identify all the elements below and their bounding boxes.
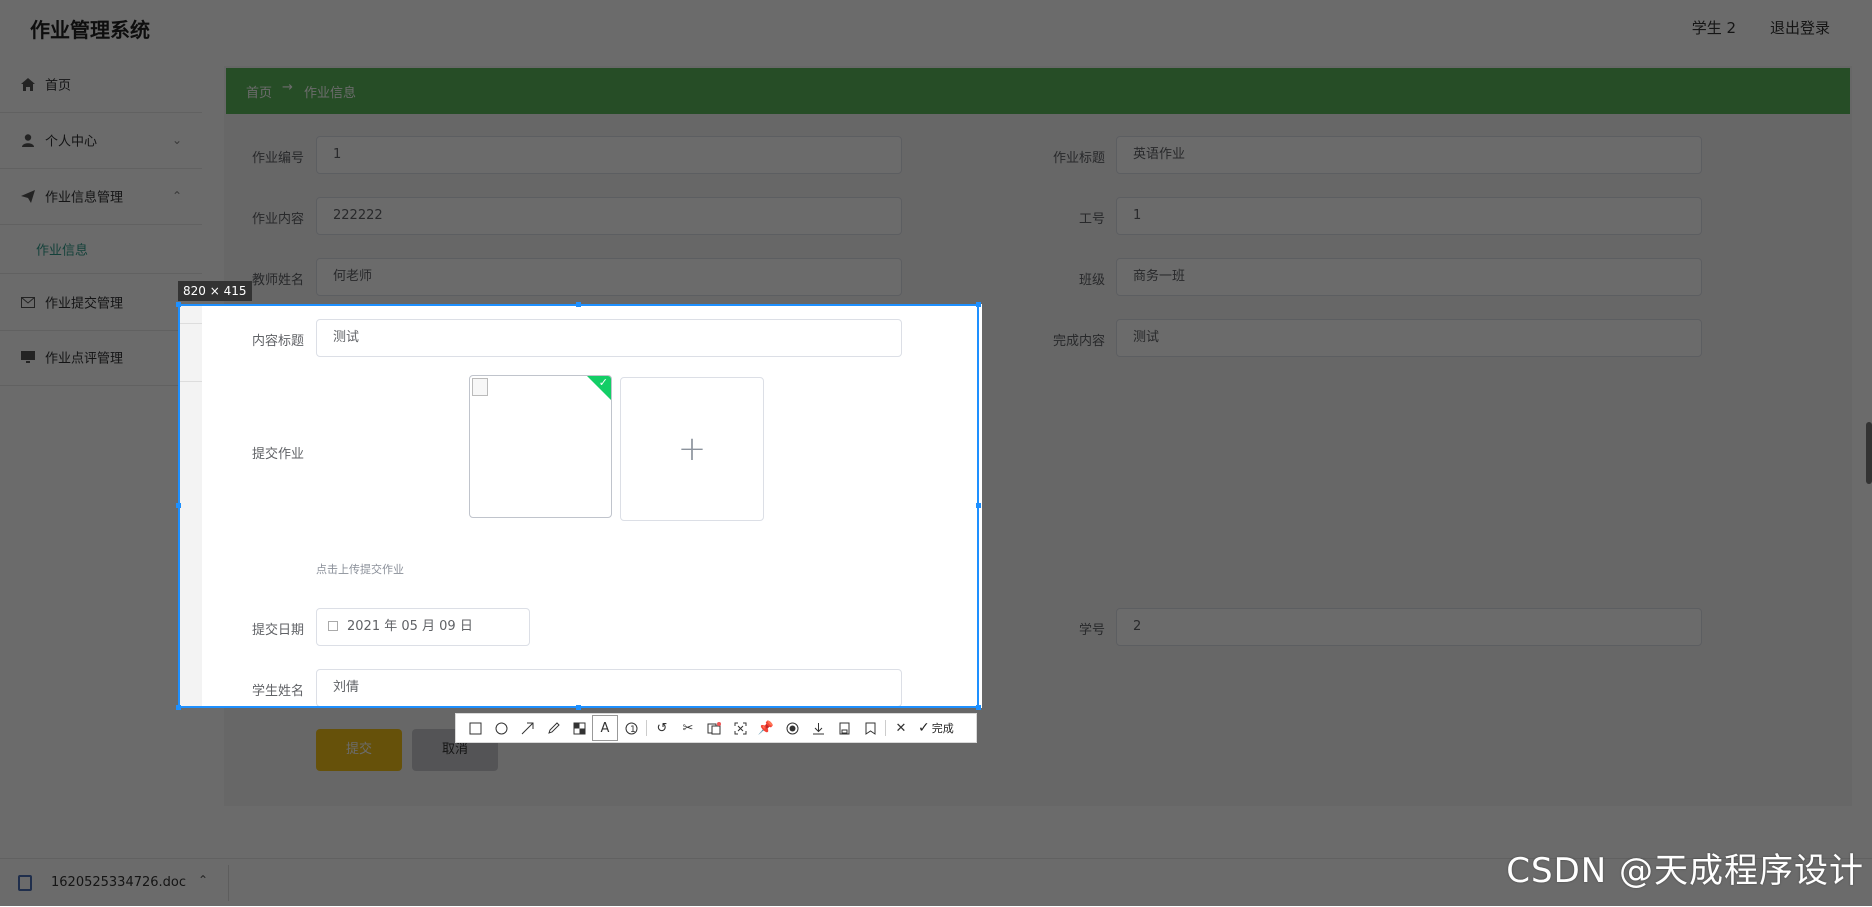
bookmark-icon[interactable] xyxy=(857,715,883,741)
paper-plane-icon xyxy=(21,189,35,203)
job-content-field[interactable]: 222222 xyxy=(316,197,902,235)
resize-handle[interactable] xyxy=(176,705,181,710)
record-icon[interactable] xyxy=(779,715,805,741)
capture-toolbar: A 1 ↺ ✂ 📌 ✕ ✓ 完成 xyxy=(455,713,977,743)
capture-selection-border[interactable] xyxy=(178,304,979,708)
breadcrumb-home[interactable]: 首页 xyxy=(246,82,272,101)
ocr-icon[interactable] xyxy=(701,715,727,741)
resize-handle[interactable] xyxy=(976,302,981,307)
finish-content-label: 完成内容 xyxy=(1052,334,1105,349)
pin-icon[interactable]: 📌 xyxy=(753,715,779,741)
chevron-down-icon: ⌄ xyxy=(172,133,183,147)
app-title: 作业管理系统 xyxy=(30,18,150,42)
check-icon: ✓ xyxy=(918,720,930,736)
student-no-field[interactable]: 2 xyxy=(1116,608,1702,646)
user-icon xyxy=(21,133,35,147)
work-no-field[interactable]: 1 xyxy=(1116,197,1702,235)
sidebar-item-profile[interactable]: 个人中心 ⌄ xyxy=(0,112,202,169)
serial-number-icon[interactable]: 1 xyxy=(618,715,644,741)
watermark: CSDN @天成程序设计 xyxy=(1506,851,1864,891)
sidebar-item-label: 作业信息管理 xyxy=(45,190,124,206)
resize-handle[interactable] xyxy=(976,705,981,710)
mosaic-icon[interactable] xyxy=(566,715,592,741)
submit-button[interactable]: 提交 xyxy=(316,729,402,771)
divider xyxy=(646,720,647,736)
sidebar-item-label: 个人中心 xyxy=(45,134,98,150)
capture-size-label: 820 × 415 xyxy=(178,281,252,301)
home-icon xyxy=(21,77,35,91)
teacher-field[interactable]: 何老师 xyxy=(316,258,902,296)
text-icon[interactable]: A xyxy=(592,715,618,741)
student-no-label: 学号 xyxy=(1078,623,1105,638)
rectangle-icon[interactable] xyxy=(462,715,488,741)
arrow-icon[interactable] xyxy=(514,715,540,741)
class-label: 班级 xyxy=(1078,273,1105,288)
class-field[interactable]: 商务一班 xyxy=(1116,258,1702,296)
sidebar: 首页 个人中心 ⌄ 作业信息管理 ⌃ 作业信息 作业提交管理 作业点评管理 xyxy=(0,56,202,856)
done-button[interactable]: ✓ 完成 xyxy=(918,720,954,736)
job-title-field[interactable]: 英语作业 xyxy=(1116,136,1702,174)
close-icon[interactable]: ✕ xyxy=(888,715,914,741)
sidebar-item-label: 作业信息 xyxy=(36,243,89,259)
download-icon[interactable] xyxy=(805,715,831,741)
done-label: 完成 xyxy=(931,722,954,735)
top-header: 作业管理系统 学生 2 退出登录 xyxy=(0,0,1872,56)
job-no-label: 作业编号 xyxy=(251,151,304,166)
divider xyxy=(885,720,886,736)
breadcrumb-current: 作业信息 xyxy=(304,86,357,101)
job-title-label: 作业标题 xyxy=(1052,151,1105,166)
sidebar-item-submit-manage[interactable]: 作业提交管理 xyxy=(0,273,202,331)
resize-handle[interactable] xyxy=(176,503,181,508)
mail-icon xyxy=(21,295,35,309)
resize-handle[interactable] xyxy=(576,705,581,710)
work-no-label: 工号 xyxy=(1078,212,1105,227)
breadcrumb-arrow-icon: → xyxy=(282,80,293,95)
cutout-icon[interactable]: ✂ xyxy=(675,715,701,741)
sidebar-item-home[interactable]: 首页 xyxy=(0,56,202,113)
sidebar-item-review-manage[interactable]: 作业点评管理 xyxy=(0,329,202,386)
ellipse-icon[interactable] xyxy=(488,715,514,741)
undo-icon[interactable]: ↺ xyxy=(649,715,675,741)
sidebar-item-job-info-manage[interactable]: 作业信息管理 ⌃ xyxy=(0,168,202,225)
sidebar-subitem-job-info[interactable]: 作业信息 xyxy=(0,225,202,273)
chevron-up-icon[interactable]: ⌃ xyxy=(198,873,208,887)
divider xyxy=(228,865,229,901)
pen-icon[interactable] xyxy=(540,715,566,741)
current-user[interactable]: 学生 2 xyxy=(1692,17,1736,38)
document-icon xyxy=(18,875,32,891)
resize-handle[interactable] xyxy=(576,302,581,307)
sidebar-item-label: 作业点评管理 xyxy=(45,351,124,367)
logout-link[interactable]: 退出登录 xyxy=(1770,17,1830,38)
monitor-icon xyxy=(21,350,35,364)
sidebar-item-label: 作业提交管理 xyxy=(45,296,124,312)
job-content-label: 作业内容 xyxy=(251,212,304,227)
resize-handle[interactable] xyxy=(976,503,981,508)
resize-handle[interactable] xyxy=(176,302,181,307)
scroll-capture-icon[interactable] xyxy=(727,715,753,741)
sidebar-item-label: 首页 xyxy=(45,78,72,94)
finish-content-field[interactable]: 测试 xyxy=(1116,319,1702,357)
job-no-field[interactable]: 1 xyxy=(316,136,902,174)
download-file-name[interactable]: 1620525334726.doc xyxy=(51,875,186,890)
chevron-up-icon: ⌃ xyxy=(172,189,183,203)
svg-text:1: 1 xyxy=(630,725,636,735)
breadcrumb: 首页 → 作业信息 xyxy=(226,68,1850,114)
save-icon[interactable] xyxy=(831,715,857,741)
scrollbar-thumb[interactable] xyxy=(1866,422,1872,484)
